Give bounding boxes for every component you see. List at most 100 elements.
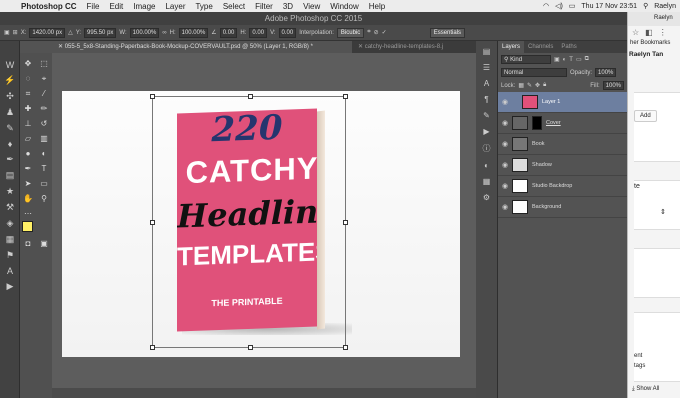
bolt-icon[interactable]: ⚡ [4,75,15,86]
filter-smart-icon[interactable]: ⧉ [585,56,589,63]
grid-icon[interactable]: ▦ [6,234,15,245]
blur-tool-icon[interactable]: ● [20,146,36,161]
tab-paths[interactable]: Paths [557,41,580,53]
menu-edit[interactable]: Edit [104,2,128,11]
properties-icon[interactable]: ☰ [483,63,490,72]
cancel-transform-icon[interactable]: ⊘ [374,29,379,36]
filter-shape-icon[interactable]: ▭ [576,56,582,63]
crop-tool-icon[interactable]: ⌗ [20,86,36,101]
hskew-field[interactable]: 0.00 [249,27,268,38]
star-icon[interactable]: ★ [6,186,14,197]
lasso-tool-icon[interactable]: ◌ [20,71,36,86]
blend-mode-select[interactable]: Normal [501,68,567,77]
info-icon[interactable]: ⓘ [483,143,491,154]
transform-handle-tl[interactable] [150,94,155,99]
close-icon[interactable]: ✕ [358,44,365,50]
healing-tool-icon[interactable]: ✚ [20,101,36,116]
layer-row-shadow[interactable]: ◉ Shadow [498,155,627,176]
paragraph-icon[interactable]: ¶ [484,95,488,104]
filter-pixel-icon[interactable]: ▣ [554,56,560,63]
angle-field[interactable]: 0.00 [219,27,238,38]
document-canvas[interactable]: 220 CATCHY Headline TEMPLATES THE PRINTA… [62,91,460,357]
height-field[interactable]: 100.00% [178,27,209,38]
add-button[interactable]: Add [634,110,657,122]
eye-icon[interactable]: ◉ [498,140,512,148]
transform-handle-r[interactable] [343,220,348,225]
canvas-area[interactable]: 220 CATCHY Headline TEMPLATES THE PRINTA… [52,53,497,398]
menu-3d[interactable]: 3D [278,2,298,11]
extension-icon[interactable]: ◧ [645,28,653,37]
zoom-tool-icon[interactable]: ⚲ [36,191,52,206]
transform-handle-t[interactable] [248,94,253,99]
volume-icon[interactable]: ◁) [555,2,563,10]
adjustments-icon[interactable]: ◐ [484,161,489,170]
menu-icon[interactable]: ⋮ [659,28,667,37]
menu-type[interactable]: Type [190,2,217,11]
quick-mask-icon[interactable]: ◘ [20,236,36,251]
marquee-tool-icon[interactable]: ⬚ [36,56,52,71]
menu-select[interactable]: Select [218,2,250,11]
x-field[interactable]: 1420.00 px [29,27,66,38]
pen-icon[interactable]: ✒ [6,154,14,165]
close-icon[interactable]: ✕ [58,44,65,50]
brush-tool-icon[interactable]: ✏ [36,101,52,116]
quick-select-tool-icon[interactable]: ⌖ [36,71,52,86]
eyedropper-tool-icon[interactable]: ⁄ [36,86,52,101]
wrench-icon[interactable]: ⚒ [6,202,14,213]
interpolation-select[interactable]: Bicubic [336,27,365,38]
lock-all-icon[interactable]: 🔒︎ [543,82,546,89]
app-menu[interactable]: Photoshop CC [16,2,82,11]
menu-file[interactable]: File [82,2,105,11]
character-icon[interactable]: A [484,79,489,88]
eye-icon[interactable]: ◉ [498,182,512,190]
show-all-downloads[interactable]: ⤓ Show All [628,382,680,398]
transform-handle-tr[interactable] [343,94,348,99]
wifi-icon[interactable]: ◠ [543,2,549,10]
layer-row-background[interactable]: ◉ Background [498,197,627,218]
battery-icon[interactable]: ▭ [569,2,576,10]
clock[interactable]: Thu 17 Nov 23:51 [581,3,637,10]
eye-icon[interactable]: ◉ [498,98,512,106]
move-tool-icon[interactable]: ✥ [20,56,36,71]
brush-presets-icon[interactable]: ✎ [483,111,490,120]
search-icon[interactable]: ⚲ [643,2,648,10]
browser-profile[interactable]: Raelyn [628,12,680,26]
menu-layer[interactable]: Layer [160,2,190,11]
type-tool-icon[interactable]: T [36,161,52,176]
layer-row-studio-backdrop[interactable]: ◉ Studio Backdrop [498,176,627,197]
foreground-color-swatch[interactable] [22,221,33,232]
hand-tool-icon[interactable]: ✋ [20,191,36,206]
timeline-icon[interactable]: ⚙ [483,193,490,202]
cube-icon[interactable]: ◈ [7,218,14,229]
layer-filter-kind[interactable]: ⚲ Kind [501,55,551,64]
eye-icon[interactable]: ◉ [498,119,512,127]
tab-document-headlines[interactable]: ✕ catchy-headline-templates-8.j [352,41,492,53]
menu-filter[interactable]: Filter [250,2,278,11]
lock-image-icon[interactable]: ✎ [527,82,532,89]
color-swatches[interactable] [20,221,39,238]
eraser-tool-icon[interactable]: ▱ [20,131,36,146]
warp-icon[interactable]: ⌗ [367,29,370,36]
menu-view[interactable]: View [298,2,325,11]
transform-handle-b[interactable] [248,345,253,350]
menu-user[interactable]: Raelyn [654,3,676,10]
chevron-icon[interactable]: ⇕ [660,208,666,216]
reference-point-icon[interactable]: ⊞ [13,29,18,36]
pen-tool-icon[interactable]: ✒ [20,161,36,176]
tab-document-mockup[interactable]: ✕ 055-5_5x8-Standing-Paperback-Book-Mock… [52,41,352,53]
tab-layers[interactable]: Layers [498,41,525,53]
workspace-select[interactable]: Essentials [429,27,466,38]
vskew-field[interactable]: 0.00 [278,27,297,38]
opacity-field[interactable]: 100% [595,68,617,77]
delta-icon[interactable]: △ [68,29,73,36]
other-bookmarks[interactable]: her Bookmarks [628,39,680,46]
letter-a-icon[interactable]: A [7,266,13,276]
layer-row-layer-1[interactable]: ◉ Layer 1 [498,92,627,113]
menu-window[interactable]: Window [325,2,363,11]
stamp-tool-icon[interactable]: ⊥ [20,116,36,131]
width-field[interactable]: 100.00% [129,27,160,38]
commit-transform-icon[interactable]: ✓ [382,29,387,36]
puzzle-icon[interactable]: ✣ [6,91,14,102]
tab-channels[interactable]: Channels [524,41,557,53]
dodge-tool-icon[interactable]: ◐ [36,146,52,161]
